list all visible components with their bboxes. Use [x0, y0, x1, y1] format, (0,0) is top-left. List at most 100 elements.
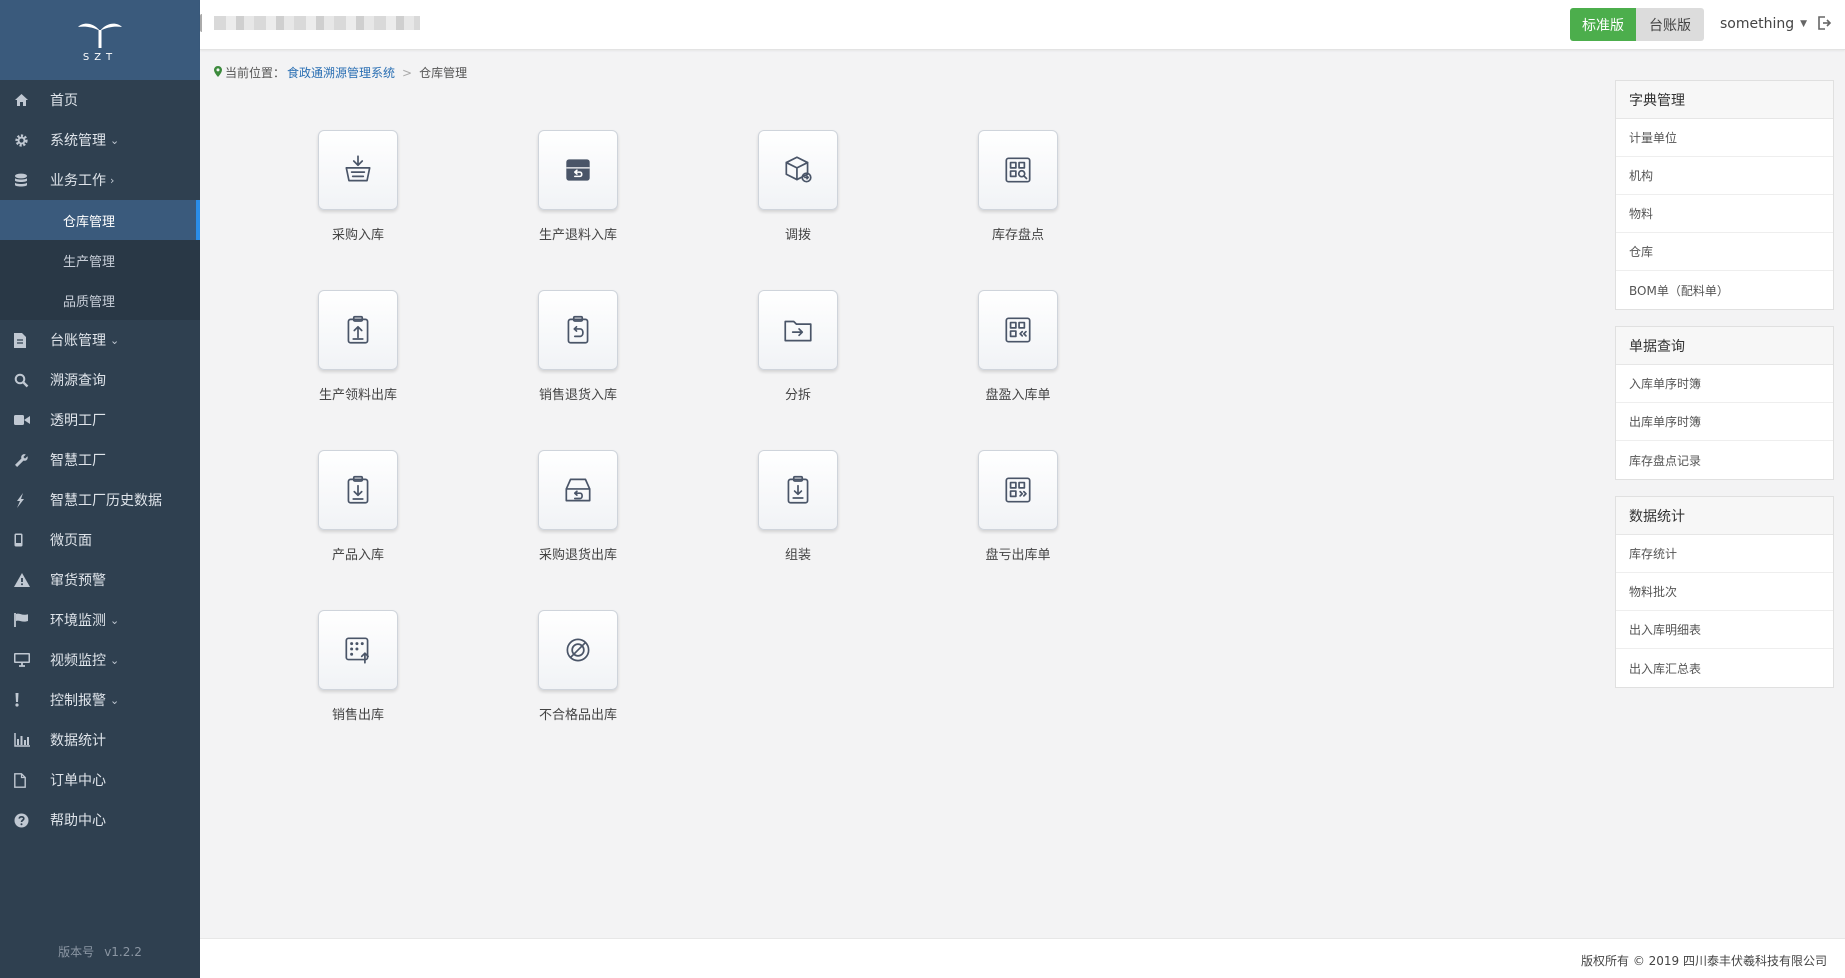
- tray-return-icon[interactable]: [538, 450, 618, 530]
- monitor-icon: [14, 652, 36, 668]
- panel-link[interactable]: BOM单（配料单）: [1616, 271, 1833, 309]
- sidebar-item[interactable]: 透明工厂: [0, 400, 200, 440]
- logo[interactable]: SZT: [0, 0, 200, 80]
- panel-link[interactable]: 出库单序时簿: [1616, 403, 1833, 441]
- gear-icon: [14, 132, 36, 148]
- document-icon: [14, 772, 36, 788]
- clipboard-download-icon[interactable]: [758, 450, 838, 530]
- function-tile[interactable]: 产品入库: [248, 450, 468, 610]
- inbox-return-icon[interactable]: [538, 130, 618, 210]
- keypad-up-icon[interactable]: [318, 610, 398, 690]
- sidebar-item-label: 透明工厂: [50, 413, 106, 429]
- function-tile-label: 组装: [784, 548, 811, 563]
- chevron-down-icon: ⌄: [110, 653, 120, 667]
- sidebar-item[interactable]: 智慧工厂: [0, 440, 200, 480]
- function-tile-label: 采购入库: [331, 228, 384, 243]
- function-tile[interactable]: 盘盈入库单: [908, 290, 1128, 450]
- function-tile[interactable]: 组装: [688, 450, 908, 610]
- sidebar-item[interactable]: 智慧工厂历史数据: [0, 480, 200, 520]
- function-tile-label: 库存盘点: [991, 228, 1044, 243]
- file-icon: [14, 332, 36, 348]
- basket-in-icon[interactable]: [318, 130, 398, 210]
- function-tile-label: 销售出库: [331, 708, 384, 723]
- function-tile[interactable]: 生产领料出库: [248, 290, 468, 450]
- sidebar-item[interactable]: 窜货预警: [0, 560, 200, 600]
- footer: 版权所有 © 2019 四川泰丰伏羲科技有限公司: [200, 938, 1845, 978]
- user-menu[interactable]: something ▼: [1720, 16, 1807, 32]
- sidebar-subitem[interactable]: 品质管理: [0, 280, 200, 320]
- panel-link[interactable]: 出入库汇总表: [1616, 649, 1833, 687]
- panel-link[interactable]: 机构: [1616, 157, 1833, 195]
- forbidden-icon[interactable]: [538, 610, 618, 690]
- panel-link[interactable]: 库存盘点记录: [1616, 441, 1833, 479]
- location-pin-icon: [214, 65, 222, 80]
- function-tile[interactable]: 采购退货出库: [468, 450, 688, 610]
- panel-link[interactable]: 计量单位: [1616, 119, 1833, 157]
- sidebar-item[interactable]: 帮助中心: [0, 800, 200, 840]
- logout-icon[interactable]: [1816, 15, 1832, 35]
- function-tile[interactable]: 销售退货入库: [468, 290, 688, 450]
- sidebar-item[interactable]: 溯源查询: [0, 360, 200, 400]
- grid-in-icon[interactable]: [978, 290, 1058, 370]
- sidebar-item[interactable]: 首页: [0, 80, 200, 120]
- sidebar-item[interactable]: 数据统计: [0, 720, 200, 760]
- version-label: 版本号: [58, 945, 95, 959]
- grid-search-icon[interactable]: [978, 130, 1058, 210]
- grid-out-icon[interactable]: [978, 450, 1058, 530]
- function-tile[interactable]: 销售出库: [248, 610, 468, 770]
- clipboard-down-icon[interactable]: [318, 450, 398, 530]
- wrench-icon: [14, 452, 36, 468]
- home-icon: [14, 92, 36, 108]
- panel-link[interactable]: 仓库: [1616, 233, 1833, 271]
- function-tile[interactable]: 库存盘点: [908, 130, 1128, 290]
- user-name: something: [1720, 16, 1795, 32]
- sidebar-item-label: 溯源查询: [50, 373, 106, 389]
- sidebar: SZT 首页 系统管理 ⌄ 业务工作 › 仓库管理 生产管理 品质管理 台账管理 ⌄ 溯源查询 透明工…: [0, 0, 200, 978]
- sidebar-item[interactable]: 系统管理 ⌄: [0, 120, 200, 160]
- mobile-icon: [14, 532, 36, 548]
- breadcrumb-current: 仓库管理: [419, 66, 468, 80]
- function-tile[interactable]: 不合格品出库: [468, 610, 688, 770]
- clipboard-return-icon[interactable]: [538, 290, 618, 370]
- panel-link[interactable]: 出入库明细表: [1616, 611, 1833, 649]
- chevron-down-icon: ⌄: [110, 133, 120, 147]
- standard-version-button[interactable]: 标准版: [1570, 8, 1636, 41]
- folder-arrow-icon[interactable]: [758, 290, 838, 370]
- sidebar-subitem[interactable]: 仓库管理: [0, 200, 200, 240]
- sidebar-item-label: 智慧工厂: [50, 453, 106, 469]
- box-transfer-icon[interactable]: [758, 130, 838, 210]
- side-panel: 数据统计 库存统计 物料批次 出入库明细表 出入库汇总表: [1615, 496, 1834, 688]
- sidebar-item[interactable]: 控制报警 ⌄: [0, 680, 200, 720]
- sidebar-item[interactable]: 订单中心: [0, 760, 200, 800]
- help-icon: [14, 812, 36, 828]
- sidebar-subitem-label: 生产管理: [63, 254, 116, 270]
- panel-link[interactable]: 物料: [1616, 195, 1833, 233]
- panel-link[interactable]: 物料批次: [1616, 573, 1833, 611]
- side-panel: 字典管理 计量单位 机构 物料 仓库 BOM单（配料单）: [1615, 80, 1834, 310]
- sidebar-item-label: 台账管理: [50, 333, 106, 349]
- function-tile[interactable]: 分拆: [688, 290, 908, 450]
- panel-link[interactable]: 库存统计: [1616, 535, 1833, 573]
- sidebar-item[interactable]: 环境监测 ⌄: [0, 600, 200, 640]
- sidebar-item-label: 帮助中心: [50, 813, 106, 829]
- breadcrumb: 当前位置： 食政通溯源管理系统 > 仓库管理: [214, 64, 467, 81]
- ledger-version-button[interactable]: 台账版: [1636, 8, 1704, 41]
- sidebar-item[interactable]: 视频监控 ⌄: [0, 640, 200, 680]
- sidebar-subitem[interactable]: 生产管理: [0, 240, 200, 280]
- sidebar-item[interactable]: 微页面: [0, 520, 200, 560]
- sidebar-item[interactable]: 台账管理 ⌄: [0, 320, 200, 360]
- sidebar-item-label: 首页: [50, 93, 78, 109]
- function-tile[interactable]: 盘亏出库单: [908, 450, 1128, 610]
- version-switch: 标准版 台账版: [1570, 8, 1704, 41]
- clipboard-up-icon[interactable]: [318, 290, 398, 370]
- exclamation-icon: [14, 692, 36, 708]
- sidebar-item-label: 控制报警: [50, 693, 106, 709]
- panel-link[interactable]: 入库单序时簿: [1616, 365, 1833, 403]
- function-tile[interactable]: 生产退料入库: [468, 130, 688, 290]
- function-tile-label: 销售退货入库: [538, 388, 617, 403]
- function-tile[interactable]: 采购入库: [248, 130, 468, 290]
- breadcrumb-root-link[interactable]: 食政通溯源管理系统: [287, 64, 395, 81]
- function-tile[interactable]: 调拨: [688, 130, 908, 290]
- sidebar-item-label: 环境监测: [50, 613, 106, 629]
- sidebar-item[interactable]: 业务工作 ›: [0, 160, 200, 200]
